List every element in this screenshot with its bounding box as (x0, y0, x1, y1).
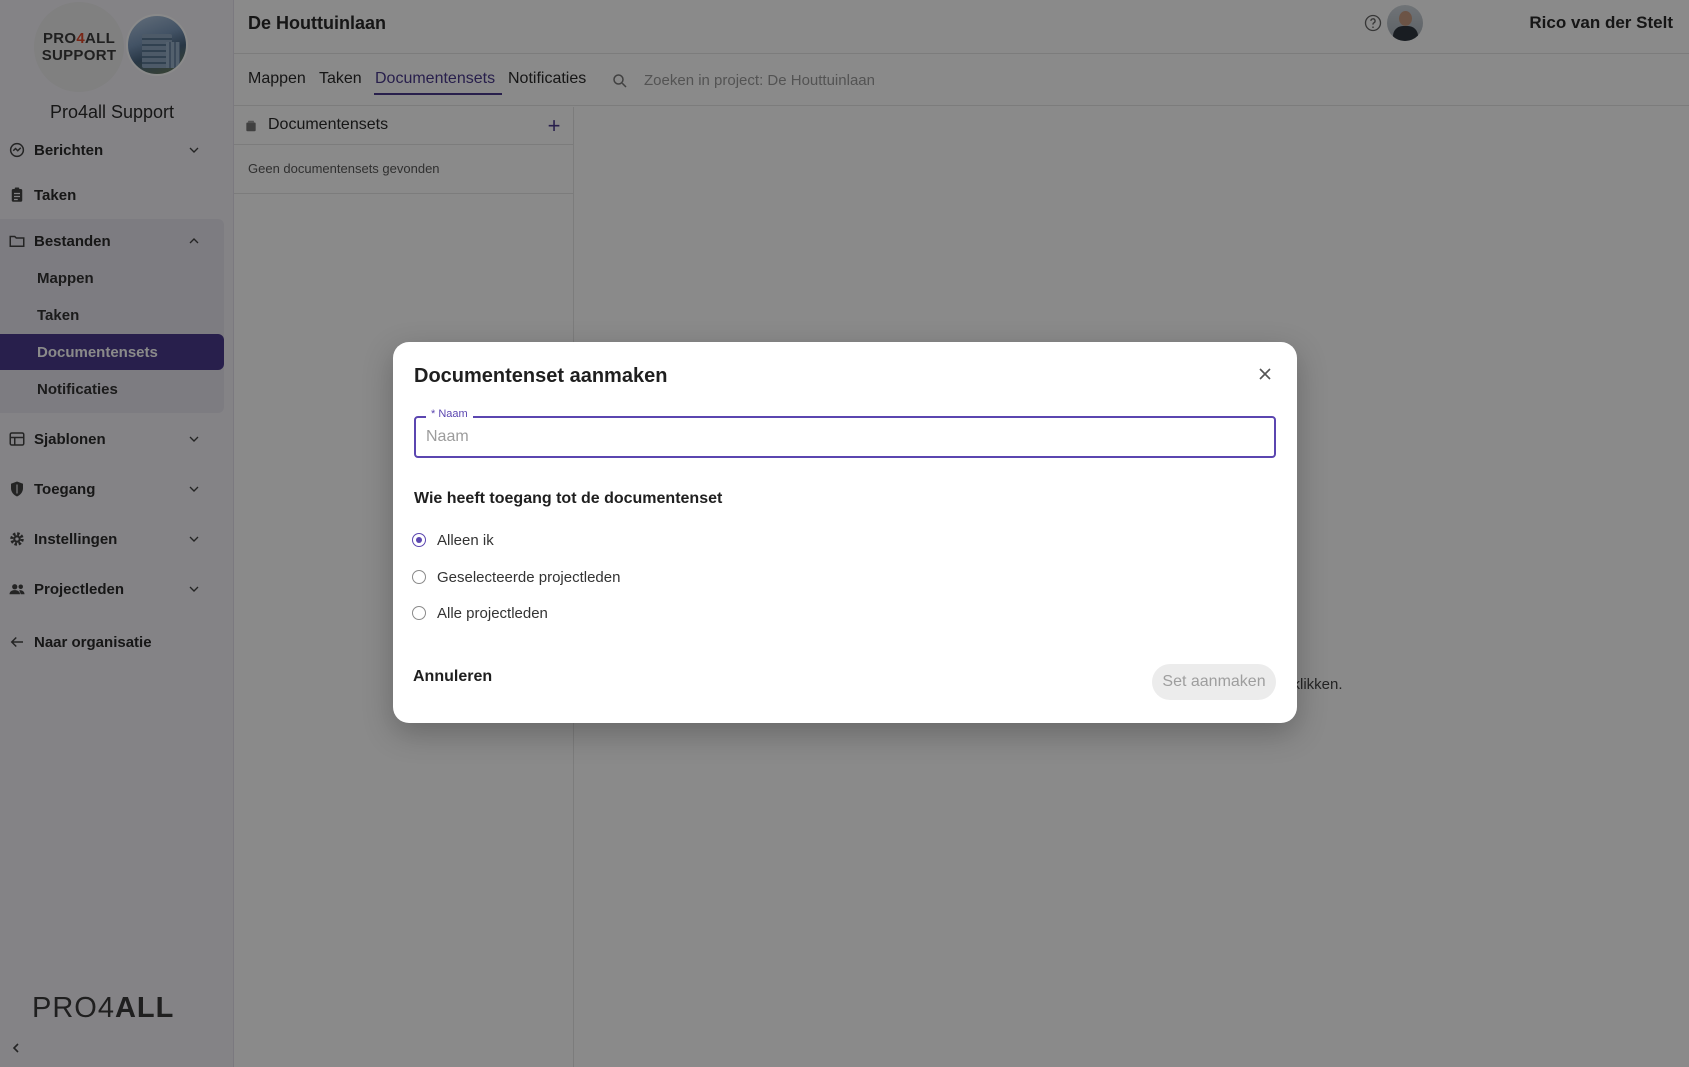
radio-option-alleen-ik[interactable]: Alleen ik (412, 529, 494, 551)
access-section-title: Wie heeft toegang tot de documentenset (414, 490, 723, 507)
radio-label: Alle projectleden (437, 604, 548, 622)
name-field: * Naam (414, 408, 1276, 458)
radio-button[interactable] (412, 570, 426, 584)
close-icon[interactable] (1255, 364, 1275, 384)
dialog-title: Documentenset aanmaken (414, 365, 668, 387)
create-documentset-dialog: Documentenset aanmaken * Naam Wie heeft … (393, 342, 1297, 723)
cancel-button[interactable]: Annuleren (413, 668, 492, 686)
radio-option-alle-projectleden[interactable]: Alle projectleden (412, 602, 548, 624)
radio-button[interactable] (412, 606, 426, 620)
name-input[interactable] (426, 425, 1256, 449)
radio-label: Geselecteerde projectleden (437, 568, 621, 586)
radio-button-selected[interactable] (412, 533, 426, 547)
create-set-button[interactable]: Set aanmaken (1152, 664, 1276, 700)
radio-label: Alleen ik (437, 531, 494, 549)
name-field-label: * Naam (426, 408, 473, 420)
radio-option-geselecteerde-projectleden[interactable]: Geselecteerde projectleden (412, 566, 620, 588)
